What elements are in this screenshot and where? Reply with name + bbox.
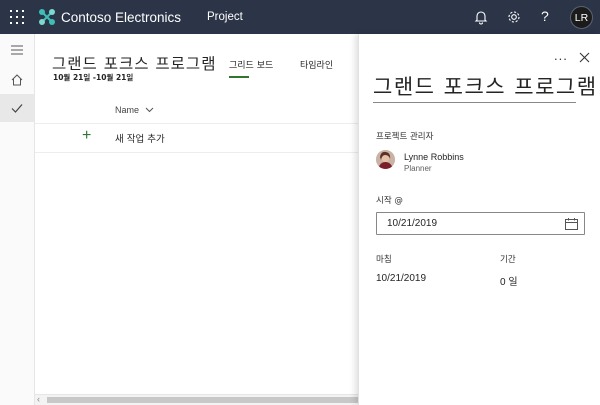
title-underline: [373, 102, 576, 103]
finish-value[interactable]: 10/21/2019: [376, 273, 426, 284]
scroll-left-icon[interactable]: ‹: [37, 394, 40, 404]
manager-name[interactable]: Lynne Robbins: [404, 152, 464, 162]
close-icon[interactable]: [579, 52, 590, 63]
divider: [35, 152, 358, 153]
my-tasks-button[interactable]: [0, 94, 34, 122]
gear-icon[interactable]: [505, 8, 523, 26]
check-icon: [11, 104, 23, 113]
waffle-icon[interactable]: [9, 9, 25, 25]
active-tab-underline: [229, 76, 249, 78]
hamburger-button[interactable]: [0, 36, 34, 64]
plan-dates: 10월 21일 -10월 21일: [53, 73, 134, 82]
plus-icon: +: [82, 127, 92, 144]
column-label: Name: [115, 105, 140, 115]
name-column-header[interactable]: Name: [115, 105, 154, 115]
tab-timeline[interactable]: 타임라인: [300, 58, 333, 71]
horizontal-scrollbar[interactable]: ‹: [35, 394, 358, 405]
plan-title: 그랜드 포크스 프로그램: [52, 55, 217, 73]
project-details-panel: ... 그랜드 포크스 프로그램 프로젝트 관리자 Lynne Robbins …: [358, 34, 600, 405]
project-manager-label: 프로젝트 관리자: [376, 132, 434, 142]
finish-label: 마침: [376, 255, 392, 265]
avatar[interactable]: LR: [570, 6, 593, 29]
home-button[interactable]: [0, 66, 34, 94]
manager-avatar[interactable]: [376, 150, 395, 169]
duration-value[interactable]: 0 일: [500, 273, 518, 288]
add-task-label: 새 작업 추가: [115, 134, 165, 145]
tab-grid-board[interactable]: 그리드 보드: [229, 58, 273, 71]
hamburger-icon: [11, 45, 23, 55]
start-date-value: 10/21/2019: [387, 218, 438, 229]
manager-role: Planner: [404, 164, 432, 173]
plan-main: 그랜드 포크스 프로그램 10월 21일 -10월 21일 그리드 보드 타임라…: [35, 34, 358, 405]
top-bar: Contoso Electronics Project ? LR: [0, 0, 600, 34]
divider: [35, 123, 358, 124]
calendar-icon[interactable]: [565, 218, 578, 230]
left-rail: [0, 34, 35, 405]
start-label: 시작 @: [376, 196, 403, 206]
start-date-field[interactable]: 10/21/2019: [376, 212, 585, 235]
duration-label: 기간: [500, 255, 516, 265]
chevron-down-icon: [145, 107, 153, 113]
home-icon: [11, 74, 23, 86]
panel-title[interactable]: 그랜드 포크스 프로그램: [373, 71, 598, 101]
brand-name[interactable]: Contoso Electronics: [61, 10, 181, 25]
scrollbar-thumb[interactable]: [47, 397, 358, 403]
project-logo-icon: [39, 9, 55, 25]
more-icon[interactable]: ...: [554, 48, 568, 63]
person-photo-icon: [376, 150, 395, 169]
help-icon[interactable]: ?: [541, 8, 549, 24]
app-name[interactable]: Project: [207, 11, 243, 23]
bell-icon[interactable]: [472, 8, 490, 26]
